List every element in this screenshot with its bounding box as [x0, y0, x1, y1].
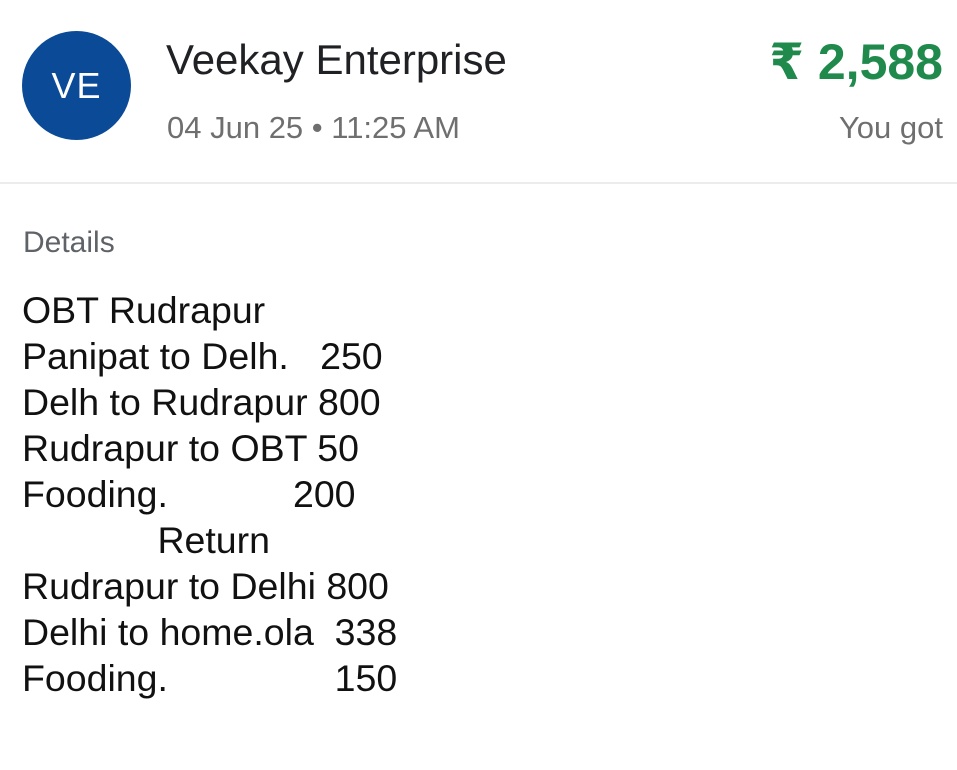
transaction-timestamp: 04 Jun 25 • 11:25 AM: [167, 110, 460, 145]
transaction-direction-label: You got: [838, 110, 943, 145]
note-line: Delh to Rudrapur 800: [22, 381, 381, 423]
note-line: Fooding. 150: [22, 657, 398, 699]
note-line: Fooding. 200: [22, 473, 356, 515]
counterparty-name[interactable]: Veekay Enterprise: [166, 36, 507, 84]
avatar[interactable]: VE: [22, 31, 131, 140]
details-heading: Details: [23, 226, 115, 259]
details-note: OBT Rudrapur Panipat to Delh. 250 Delh t…: [22, 287, 397, 701]
note-line: OBT Rudrapur: [22, 289, 266, 331]
note-line: Delhi to home.ola 338: [22, 611, 398, 653]
avatar-initials: VE: [51, 64, 102, 106]
note-line: Panipat to Delh. 250: [22, 335, 383, 377]
note-line: Return: [22, 519, 270, 561]
transaction-amount: ₹ 2,588: [769, 34, 943, 90]
note-line: Rudrapur to OBT 50: [22, 427, 359, 469]
note-line: Rudrapur to Delhi 800: [22, 565, 389, 607]
transaction-header: VE Veekay Enterprise 04 Jun 25 • 11:25 A…: [0, 0, 957, 184]
